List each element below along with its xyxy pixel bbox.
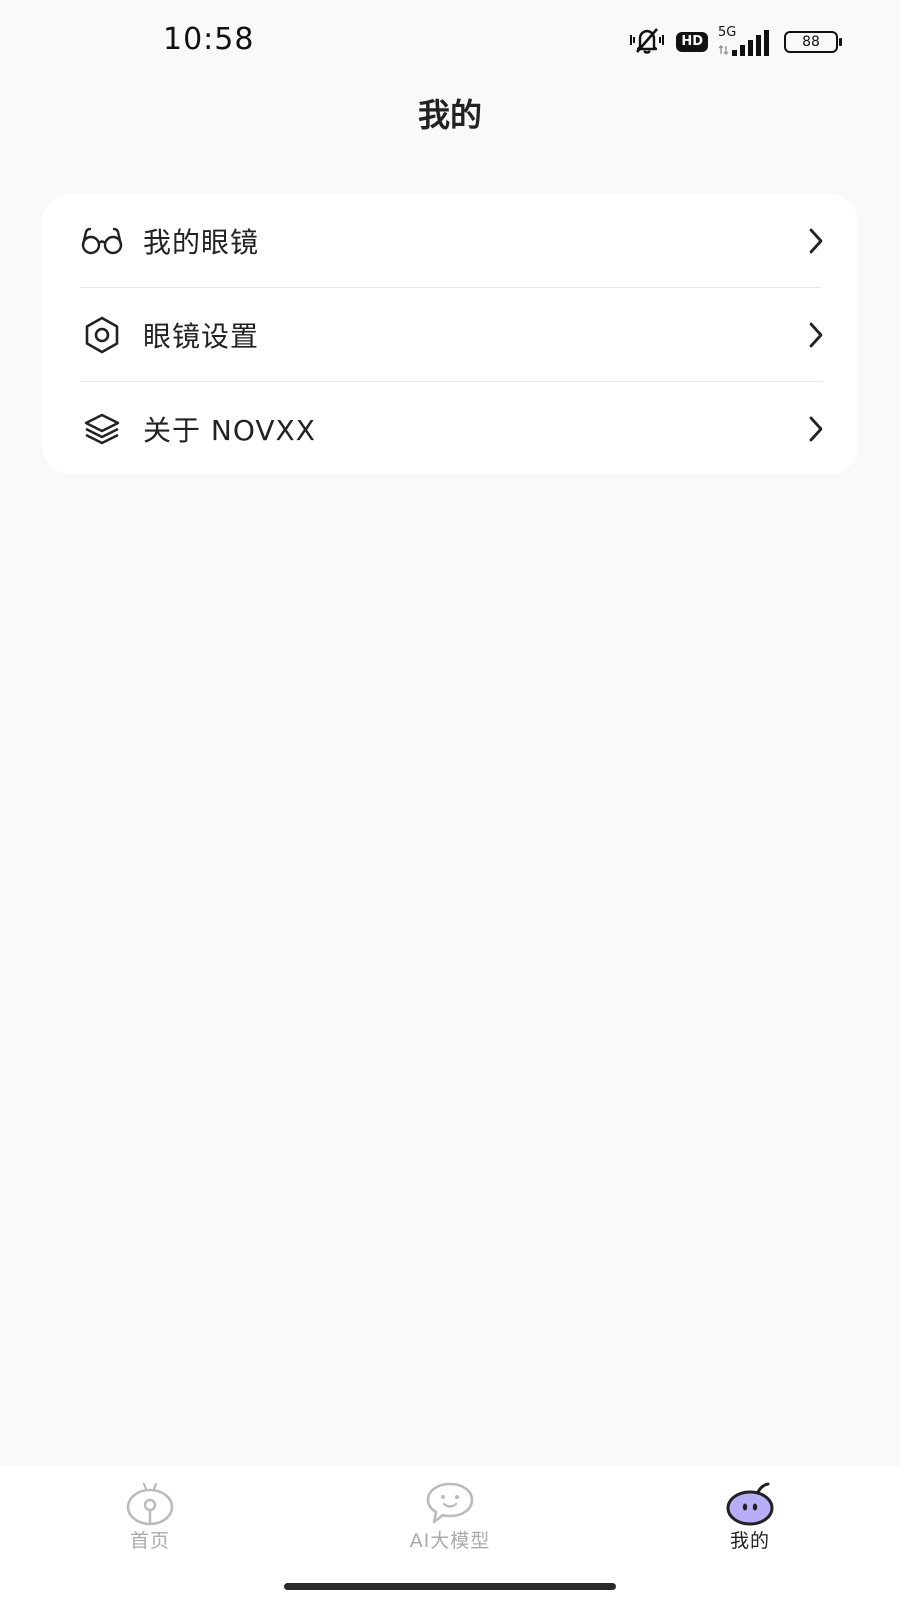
chevron-right-icon bbox=[804, 414, 828, 444]
nav-tab-profile[interactable]: 我的 bbox=[680, 1480, 820, 1553]
nav-tab-home[interactable]: 首页 bbox=[80, 1480, 220, 1553]
page-title: 我的 bbox=[417, 96, 482, 134]
menu-item-label: 眼镜设置 bbox=[143, 319, 260, 353]
menu-item-my-glasses[interactable]: 我的眼镜 bbox=[42, 194, 858, 287]
menu-item-about[interactable]: 关于 NOVXX bbox=[42, 382, 858, 475]
hd-icon: HD bbox=[676, 32, 708, 52]
status-time: 10:58 bbox=[163, 22, 255, 57]
chat-bubble-icon bbox=[424, 1480, 476, 1526]
nav-label: AI大模型 bbox=[409, 1530, 491, 1552]
battery-icon: 88 bbox=[784, 31, 842, 53]
chevron-right-icon bbox=[804, 320, 828, 350]
glasses-icon bbox=[80, 219, 124, 263]
menu-card: 我的眼镜 眼镜设置 关于 NOVXX bbox=[42, 194, 858, 474]
status-icons: HD 5G 88 bbox=[628, 24, 842, 60]
menu-item-label: 我的眼镜 bbox=[143, 225, 260, 259]
nav-label: 首页 bbox=[129, 1530, 170, 1552]
home-mascot-icon bbox=[124, 1480, 176, 1526]
home-indicator[interactable] bbox=[284, 1583, 616, 1590]
layers-icon bbox=[80, 407, 124, 451]
menu-item-glasses-settings[interactable]: 眼镜设置 bbox=[42, 288, 858, 381]
status-bar: 10:58 HD 5G 88 bbox=[0, 0, 900, 80]
hex-settings-icon bbox=[80, 313, 124, 357]
chevron-right-icon bbox=[804, 226, 828, 256]
nav-tab-ai-model[interactable]: AI大模型 bbox=[380, 1480, 520, 1553]
menu-item-label: 关于 NOVXX bbox=[143, 413, 316, 447]
nav-label: 我的 bbox=[729, 1530, 770, 1552]
signal-5g-icon: 5G bbox=[718, 26, 774, 58]
bottom-nav: 首页 AI大模型 我的 bbox=[0, 1466, 900, 1600]
profile-mascot-icon bbox=[724, 1480, 776, 1526]
mute-vibrate-icon bbox=[628, 25, 666, 59]
